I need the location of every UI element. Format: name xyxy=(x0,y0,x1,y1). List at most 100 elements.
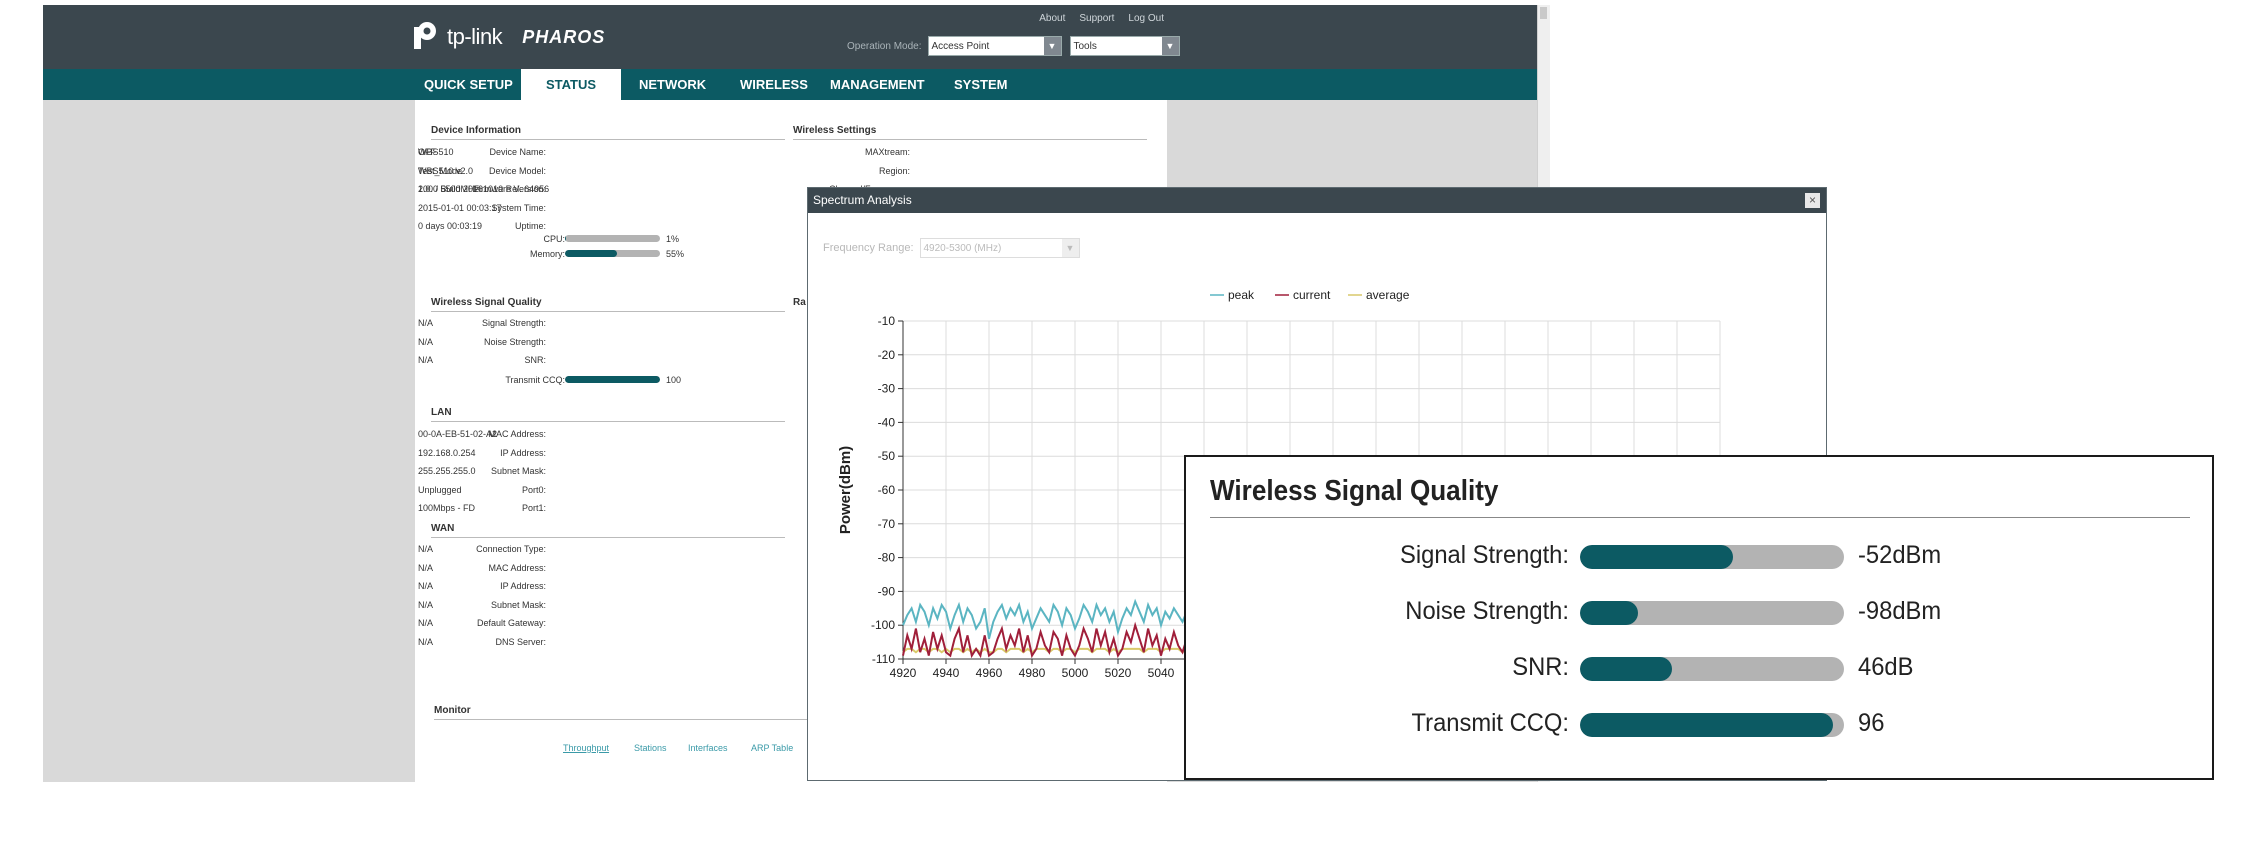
scrollbar-thumb[interactable] xyxy=(1540,7,1547,19)
operation-mode-select[interactable]: Access Point ▼ xyxy=(927,36,1062,56)
wan-row: Subnet Mask: N/A xyxy=(415,599,546,611)
x-tick-label: 4940 xyxy=(933,666,960,680)
zoom-row-label: Signal Strength: xyxy=(1399,541,1569,569)
interfaces-link[interactable]: Interfaces xyxy=(688,743,728,753)
zoom-row-bar-fill xyxy=(1580,657,1673,681)
chevron-down-icon: ▼ xyxy=(1043,37,1061,55)
tab-management[interactable]: MANAGEMENT xyxy=(830,69,925,100)
zoom-row-value: 96 xyxy=(1858,709,1885,737)
row-value: N/A xyxy=(418,355,434,365)
memory-row: Memory: xyxy=(415,248,565,260)
zoom-row-value: -98dBm xyxy=(1858,597,1942,625)
memory-value: 55% xyxy=(666,249,685,259)
zoom-row-bar xyxy=(1580,601,1844,625)
y-tick-label: -10 xyxy=(878,314,896,328)
y-tick-label: -20 xyxy=(878,348,896,362)
zoom-panel-divider xyxy=(1210,517,2190,518)
row-value: N/A xyxy=(418,544,434,554)
lan-row: Subnet Mask: 255.255.255.0 xyxy=(415,465,546,477)
chevron-down-icon: ▼ xyxy=(1161,37,1179,55)
lan-row: Port0: Unplugged xyxy=(415,484,546,496)
zoom-row: SNR: 46dB xyxy=(1186,653,2186,683)
row-label: MAC Address: xyxy=(488,562,546,573)
main-nav: QUICK SETUP STATUS NETWORK WIRELESS MANA… xyxy=(43,69,1537,100)
row-label: Subnet Mask: xyxy=(490,599,546,610)
top-header: tp-link PHAROS About Support Log Out Ope… xyxy=(43,5,1537,69)
row-value: 192.168.0.254 xyxy=(418,447,476,458)
row-label: Signal Strength: xyxy=(481,318,546,328)
y-tick-label: -70 xyxy=(878,517,896,531)
wsq-row: Noise Strength: N/A xyxy=(415,336,546,348)
tp-link-logo-icon xyxy=(414,22,436,49)
x-tick-label: 5020 xyxy=(1105,666,1132,680)
transmit-ccq-bar-fill xyxy=(565,376,660,383)
y-tick-label: -110 xyxy=(872,652,895,666)
zoom-row-bar-fill xyxy=(1580,545,1734,569)
row-label: Region: xyxy=(878,165,910,176)
row-value: OFF xyxy=(418,147,436,157)
header-links: About Support Log Out xyxy=(1039,13,1164,24)
throughput-link[interactable]: Throughput xyxy=(563,743,609,753)
lan-row: MAC Address: 00-0A-EB-51-02-A2 xyxy=(415,428,546,440)
memory-bar xyxy=(565,250,660,257)
tab-status[interactable]: STATUS xyxy=(521,69,621,100)
wan-row: Connection Type: N/A xyxy=(415,543,546,555)
row-value: N/A xyxy=(418,318,434,328)
zoom-row-label: SNR: xyxy=(1512,653,1569,681)
operation-mode-group: Operation Mode: Access Point ▼ Tools ▼ xyxy=(847,36,1180,56)
lan-title: LAN xyxy=(431,407,785,422)
lan-row: IP Address: 192.168.0.254 xyxy=(415,447,546,459)
y-axis-label: Power(dBm) xyxy=(837,446,854,534)
zoom-row: Noise Strength: -98dBm xyxy=(1186,597,2186,627)
y-tick-label: -100 xyxy=(871,618,895,632)
legend-label-peak: peak xyxy=(1228,288,1255,302)
row-label: Port1: xyxy=(521,503,546,513)
row-value: 255.255.255.0 xyxy=(418,466,476,476)
stations-link[interactable]: Stations xyxy=(634,743,667,753)
row-label: Port0: xyxy=(521,484,546,495)
lan-row: Port1: 100Mbps - FD xyxy=(415,502,546,514)
legend-label-average: average xyxy=(1366,288,1410,302)
x-tick-label: 4960 xyxy=(976,666,1003,680)
about-link[interactable]: About xyxy=(1039,13,1065,24)
row-label: Default Gateway: xyxy=(476,618,546,628)
tab-quick-setup[interactable]: QUICK SETUP xyxy=(424,69,513,100)
row-label: Noise Strength: xyxy=(483,336,546,347)
logout-link[interactable]: Log Out xyxy=(1128,13,1164,24)
zoom-row: Signal Strength: -52dBm xyxy=(1186,541,2186,571)
memory-bar-fill xyxy=(565,250,618,257)
arp-table-link[interactable]: ARP Table xyxy=(751,743,793,753)
row-label: IP Address: xyxy=(500,447,546,458)
brand-name: tp-link xyxy=(447,24,503,49)
row-label: MAXtream: xyxy=(864,147,910,157)
operation-mode-label: Operation Mode: xyxy=(847,40,922,52)
row-value: 100 / 5500MHz xyxy=(418,184,480,194)
y-tick-label: -30 xyxy=(878,382,896,396)
product-name: PHAROS xyxy=(522,26,606,47)
row-value: N/A xyxy=(418,599,434,610)
row-label: Subnet Mask: xyxy=(490,466,546,476)
row-value: N/A xyxy=(418,618,434,628)
zoom-panel-title: Wireless Signal Quality xyxy=(1210,475,1499,507)
wireless-signal-quality-zoom: Wireless Signal Quality Signal Strength:… xyxy=(1184,455,2214,780)
row-label: MAC Address: xyxy=(488,429,546,439)
brand-logo: tp-link PHAROS xyxy=(411,21,605,53)
wan-row: MAC Address: N/A xyxy=(415,562,546,574)
x-tick-label: 4980 xyxy=(1019,666,1046,680)
zoom-row-value: 46dB xyxy=(1858,653,1914,681)
y-tick-label: -60 xyxy=(878,483,896,497)
tools-select[interactable]: Tools ▼ xyxy=(1069,36,1180,56)
tab-system[interactable]: SYSTEM xyxy=(954,69,1007,100)
row-value: 0 days 00:03:19 xyxy=(418,221,483,231)
wan-title: WAN xyxy=(431,523,785,538)
wan-row: Default Gateway: N/A xyxy=(415,617,546,629)
row-label: DNS Server: xyxy=(495,636,546,647)
tab-wireless[interactable]: WIRELESS xyxy=(740,69,808,100)
x-tick-label: 5040 xyxy=(1148,666,1175,680)
legend-label-current: current xyxy=(1293,288,1331,302)
radio-title-partial: Ra xyxy=(793,297,806,308)
tab-network[interactable]: NETWORK xyxy=(639,69,706,100)
wsq-row: SNR: N/A xyxy=(415,354,546,366)
support-link[interactable]: Support xyxy=(1079,13,1114,24)
wireless-settings-title: Wireless Settings xyxy=(793,125,1147,140)
